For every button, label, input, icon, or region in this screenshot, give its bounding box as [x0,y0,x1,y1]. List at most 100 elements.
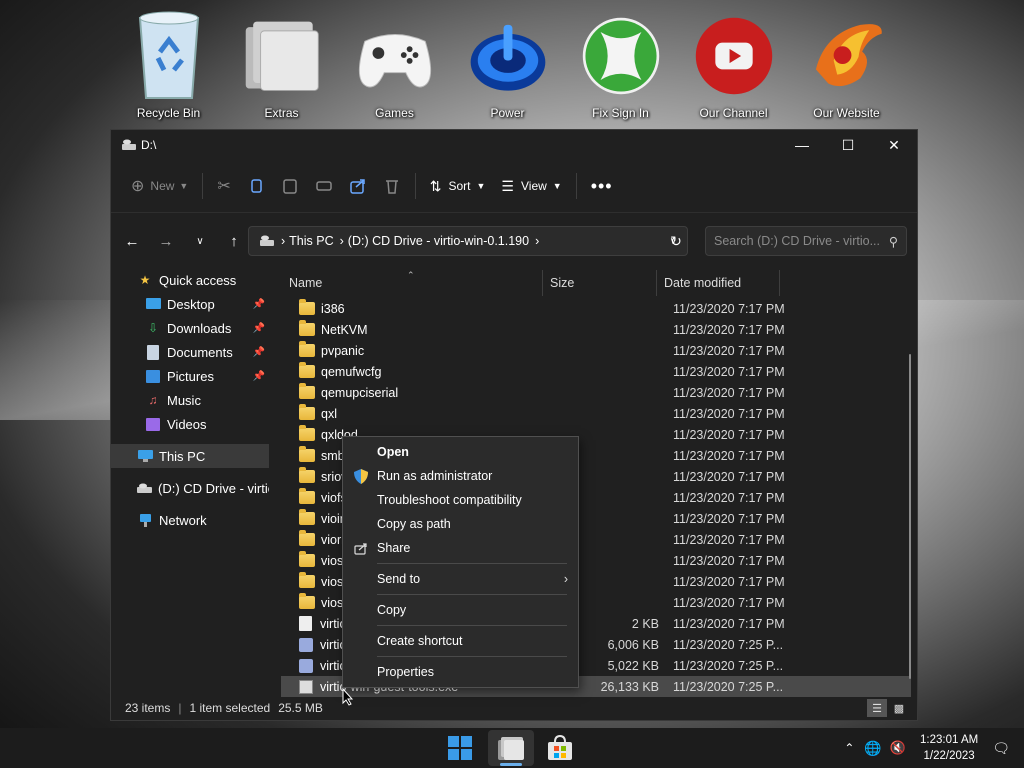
file-row[interactable]: pvpanic 11/23/2020 7:17 PM [281,340,911,361]
vertical-scrollbar[interactable] [909,354,911,679]
menu-item-copy-as-path[interactable]: Copy as path [343,512,578,536]
volume-muted-icon[interactable]: 🔇 [890,740,906,756]
address-bar[interactable]: › This PC › (D:) CD Drive - virtio-win-0… [248,226,688,256]
desktop-icon-recycle-bin[interactable]: Recycle Bin [112,8,225,120]
menu-item-send-to[interactable]: Send to › [343,567,578,591]
new-button[interactable]: ⊕ New ▼ [123,170,196,202]
close-button[interactable]: ✕ [871,130,917,160]
sort-button[interactable]: ⇅ Sort ▼ [422,170,494,202]
folder-icon [299,509,315,525]
menu-item-share[interactable]: Share [343,536,578,560]
menu-item-properties[interactable]: Properties [343,660,578,684]
file-date: 11/23/2020 7:17 PM [673,469,785,484]
refresh-button[interactable]: ↻ [664,227,688,255]
rename-button[interactable] [307,170,341,202]
file-size [581,592,659,613]
sidebar-item-pictures[interactable]: Pictures 📌 [111,364,269,388]
column-header-name[interactable]: Name [289,268,322,298]
view-label: View [520,179,547,193]
column-divider[interactable] [779,270,780,296]
column-header-size[interactable]: Size [550,268,574,298]
more-options-button[interactable]: ••• [583,170,621,202]
scissors-icon: ✂ [217,178,231,195]
sidebar-item-videos[interactable]: Videos [111,412,269,436]
sidebar-item-quick-access[interactable]: ★ Quick access [111,268,269,292]
title-bar[interactable]: D:\ — ☐ ✕ [111,130,917,160]
column-headers: ⌃ Name Size Date modified [281,268,911,298]
paste-button[interactable] [273,170,307,202]
breadcrumb-cd-drive[interactable]: (D:) CD Drive - virtio-win-0.1.190 [348,234,529,248]
menu-item-label: Run as administrator [377,469,493,483]
menu-separator [377,594,567,595]
desktop-icon-label: Our Website [813,106,880,120]
up-button[interactable]: ↑ [217,226,251,256]
sidebar-item-desktop[interactable]: Desktop 📌 [111,292,269,316]
status-divider: | [178,701,182,715]
sidebar-item-downloads[interactable]: ⇩ Downloads 📌 [111,316,269,340]
sidebar-item-label: (D:) CD Drive - virtio [158,480,269,496]
maximize-button[interactable]: ☐ [825,130,871,160]
search-input[interactable]: Search (D:) CD Drive - virtio... ⚲ [705,226,907,256]
desktop-icon-extras[interactable]: Extras [225,8,338,120]
view-button[interactable]: ☰ View ▼ [493,170,569,202]
windows-logo-icon [448,736,472,760]
sidebar-item-documents[interactable]: Documents 📌 [111,340,269,364]
menu-item-label: Troubleshoot compatibility [377,493,522,507]
sidebar-item-cd-drive[interactable]: (D:) CD Drive - virtio [111,476,269,500]
file-row[interactable]: qemupciserial 11/23/2020 7:17 PM [281,382,911,403]
notification-icon[interactable]: 🗨 [992,740,1010,757]
sidebar-item-this-pc[interactable]: This PC [111,444,269,468]
start-button[interactable] [440,730,480,766]
desktop-icon-our-website[interactable]: Our Website [790,8,903,120]
cut-button[interactable]: ✂ [209,170,238,202]
delete-button[interactable] [375,170,409,202]
details-view-button[interactable]: ☰ [867,699,887,717]
menu-item-troubleshoot-compatibility[interactable]: Troubleshoot compatibility [343,488,578,512]
file-size [581,319,659,340]
taskbar-microsoft-store[interactable] [540,730,580,766]
tiles-view-button[interactable]: ▩ [889,699,909,717]
desktop-icon-our-channel[interactable]: Our Channel [677,8,790,120]
sidebar-item-network[interactable]: Network [111,508,269,532]
arrow-left-icon: ← [124,232,140,250]
file-row[interactable]: qemufwcfg 11/23/2020 7:17 PM [281,361,911,382]
file-row[interactable]: NetKVM 11/23/2020 7:17 PM [281,319,911,340]
back-button[interactable]: ← [115,226,149,256]
file-date: 11/23/2020 7:17 PM [673,490,785,505]
desktop-icon-fix-sign-in[interactable]: Fix Sign In [564,8,677,120]
file-row[interactable]: i386 11/23/2020 7:17 PM [281,298,911,319]
breadcrumb-this-pc[interactable]: This PC [289,234,333,248]
shield-icon [353,468,369,484]
desktop-icon-label: Extras [264,106,299,120]
sidebar-item-music[interactable]: ♫ Music [111,388,269,412]
new-label: New [150,179,175,193]
column-divider[interactable] [656,270,657,296]
menu-item-open[interactable]: Open [343,440,578,464]
taskbar-file-explorer[interactable] [488,730,534,766]
minimize-button[interactable]: — [779,130,825,160]
globe-icon[interactable]: 🌐 [864,740,881,757]
menu-separator [377,563,567,564]
file-row[interactable]: qxl 11/23/2020 7:17 PM [281,403,911,424]
share-button[interactable] [341,170,375,202]
chevron-up-icon[interactable]: ⌃ [844,741,854,755]
folder-icon [299,383,315,399]
column-divider[interactable] [542,270,543,296]
view-icon: ☰ [501,177,514,194]
desktop-icon-games[interactable]: Games [338,8,451,120]
menu-separator [377,656,567,657]
recent-locations-button[interactable]: ∨ [183,226,217,256]
copy-button[interactable] [239,170,273,202]
menu-item-copy[interactable]: Copy [343,598,578,622]
menu-item-create-shortcut[interactable]: Create shortcut [343,629,578,653]
drive-icon [122,139,136,150]
column-header-date[interactable]: Date modified [664,268,741,298]
clock[interactable]: 1:23:01 AM 1/22/2023 [920,732,978,764]
forward-button[interactable]: → [149,226,183,256]
search-icon: ⚲ [888,234,898,249]
menu-item-run-as-administrator[interactable]: Run as administrator [343,464,578,488]
file-date: 11/23/2020 7:17 PM [673,574,785,589]
pin-icon: 📌 [252,298,265,310]
breadcrumb-chevron-icon: › [535,234,540,248]
desktop-icon-power[interactable]: Power [451,8,564,120]
